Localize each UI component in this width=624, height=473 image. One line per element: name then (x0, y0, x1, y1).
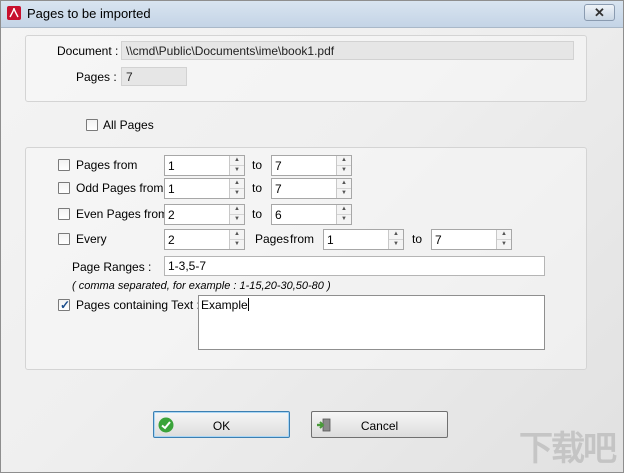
containing-text-label: Pages containing Text : (76, 298, 200, 312)
dialog-window: Pages to be imported ✕ Document : \\cmd\… (0, 0, 624, 473)
pages-from-label: Pages from (76, 158, 138, 172)
every-interval-spinner[interactable]: 2 ▲ ▼ (164, 229, 245, 250)
spinner-value: 2 (168, 208, 175, 222)
spin-down-icon[interactable]: ▼ (389, 240, 403, 249)
odd-pages-to-label: to (252, 181, 263, 195)
title-bar: Pages to be imported ✕ (1, 1, 623, 28)
spin-up-icon[interactable]: ▲ (230, 179, 244, 189)
spinner-buttons: ▲ ▼ (229, 179, 244, 198)
every-from-label: from (290, 232, 314, 246)
every-start-spinner[interactable]: 1 ▲ ▼ (323, 229, 404, 250)
close-icon: ✕ (594, 5, 605, 20)
every-pages-label: Pages (255, 232, 290, 246)
watermark-logo: 下载吧 (519, 429, 617, 469)
close-button[interactable]: ✕ (584, 4, 615, 21)
document-label: Document : (57, 44, 119, 58)
spinner-buttons: ▲ ▼ (496, 230, 511, 249)
spin-up-icon[interactable]: ▲ (497, 230, 511, 240)
pages-from-checkbox[interactable] (58, 159, 70, 171)
spin-up-icon[interactable]: ▲ (230, 230, 244, 240)
spinner-value: 7 (275, 159, 282, 173)
every-end-spinner[interactable]: 7 ▲ ▼ (431, 229, 512, 250)
all-pages-label: All Pages (103, 118, 154, 132)
spinner-buttons: ▲ ▼ (336, 205, 351, 224)
spinner-buttons: ▲ ▼ (336, 156, 351, 175)
odd-pages-label: Odd Pages from (76, 181, 164, 195)
containing-text-checkbox[interactable]: ✓ (58, 298, 71, 312)
even-pages-label: Even Pages from (76, 207, 169, 221)
spin-down-icon[interactable]: ▼ (337, 189, 351, 198)
spin-down-icon[interactable]: ▼ (337, 166, 351, 175)
containing-text-input[interactable]: Example (198, 295, 545, 350)
pages-from-end-spinner[interactable]: 7 ▲ ▼ (271, 155, 352, 176)
check-icon: ✓ (60, 298, 71, 312)
spinner-value: 6 (275, 208, 282, 222)
spin-down-icon[interactable]: ▼ (230, 189, 244, 198)
pages-count-label: Pages : (76, 70, 117, 84)
spin-down-icon[interactable]: ▼ (230, 215, 244, 224)
spin-down-icon[interactable]: ▼ (230, 166, 244, 175)
all-pages-checkbox[interactable] (86, 119, 98, 131)
pages-from-start-spinner[interactable]: 1 ▲ ▼ (164, 155, 245, 176)
spinner-value: 7 (435, 233, 442, 247)
spinner-buttons: ▲ ▼ (388, 230, 403, 249)
spinner-value: 2 (168, 233, 175, 247)
spinner-value: 1 (327, 233, 334, 247)
pdf-icon (7, 6, 21, 20)
document-path-field: \\cmd\Public\Documents\ime\book1.pdf (121, 41, 574, 60)
every-to-label: to (412, 232, 423, 246)
spin-down-icon[interactable]: ▼ (230, 240, 244, 249)
even-pages-to-label: to (252, 207, 263, 221)
spinner-value: 7 (275, 182, 282, 196)
even-pages-checkbox[interactable] (58, 208, 70, 220)
spin-down-icon[interactable]: ▼ (337, 215, 351, 224)
cancel-button[interactable]: Cancel (311, 411, 448, 438)
spinner-value: 1 (168, 159, 175, 173)
spinner-buttons: ▲ ▼ (229, 205, 244, 224)
spin-up-icon[interactable]: ▲ (389, 230, 403, 240)
cancel-button-label: Cancel (360, 419, 399, 433)
odd-pages-end-spinner[interactable]: 7 ▲ ▼ (271, 178, 352, 199)
pages-from-to-label: to (252, 158, 263, 172)
spinner-buttons: ▲ ▼ (229, 230, 244, 249)
odd-pages-checkbox[interactable] (58, 182, 70, 194)
even-pages-start-spinner[interactable]: 2 ▲ ▼ (164, 204, 245, 225)
every-checkbox[interactable] (58, 233, 70, 245)
spin-up-icon[interactable]: ▲ (230, 156, 244, 166)
containing-text-value: Example (201, 298, 248, 312)
window-title: Pages to be imported (27, 6, 151, 21)
spinner-buttons: ▲ ▼ (336, 179, 351, 198)
pages-count-field: 7 (121, 67, 187, 86)
spin-up-icon[interactable]: ▲ (230, 205, 244, 215)
spin-up-icon[interactable]: ▲ (337, 156, 351, 166)
page-ranges-hint: ( comma separated, for example : 1-15,20… (72, 280, 331, 292)
ok-button-label: OK (212, 419, 231, 433)
page-ranges-input[interactable]: 1-3,5-7 (164, 256, 545, 276)
spin-up-icon[interactable]: ▲ (337, 205, 351, 215)
spin-down-icon[interactable]: ▼ (497, 240, 511, 249)
text-caret (247, 298, 249, 311)
even-pages-end-spinner[interactable]: 6 ▲ ▼ (271, 204, 352, 225)
spin-up-icon[interactable]: ▲ (337, 179, 351, 189)
page-ranges-label: Page Ranges : (72, 260, 152, 274)
spinner-buttons: ▲ ▼ (229, 156, 244, 175)
every-label: Every (76, 232, 107, 246)
spinner-value: 1 (168, 182, 175, 196)
ok-button[interactable]: OK (153, 411, 290, 438)
odd-pages-start-spinner[interactable]: 1 ▲ ▼ (164, 178, 245, 199)
